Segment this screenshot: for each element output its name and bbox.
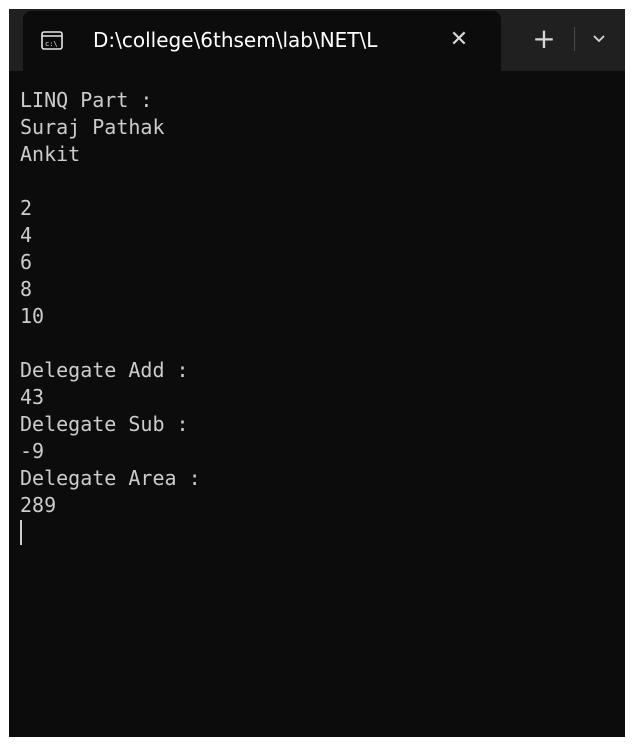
- chevron-down-icon[interactable]: [585, 28, 613, 50]
- titlebar-divider: [574, 27, 575, 51]
- output-line: 289: [20, 493, 57, 517]
- output-line: 4: [20, 223, 33, 247]
- text-cursor: [20, 520, 22, 545]
- new-tab-button[interactable]: +: [525, 24, 563, 54]
- title-bar: c:\ D:\college\6thsem\lab\NET\L ✕ +: [9, 9, 625, 71]
- output-line: Suraj Pathak: [20, 115, 165, 139]
- output-line: 10: [20, 304, 45, 328]
- output-line: LINQ Part :: [20, 88, 153, 112]
- output-line: 2: [20, 196, 33, 220]
- output-line: 6: [20, 250, 33, 274]
- terminal-window: c:\ D:\college\6thsem\lab\NET\L ✕ + LINQ…: [9, 9, 625, 737]
- output-line: Delegate Add :: [20, 358, 189, 382]
- terminal-output[interactable]: LINQ Part : Suraj Pathak Ankit 2 4 6 8 1…: [20, 87, 620, 727]
- output-line: Delegate Area :: [20, 466, 201, 490]
- output-line: 8: [20, 277, 33, 301]
- close-tab-button[interactable]: ✕: [447, 28, 471, 52]
- output-line: Ankit: [20, 142, 81, 166]
- output-line: 43: [20, 385, 45, 409]
- tab-command-prompt[interactable]: c:\ D:\college\6thsem\lab\NET\L ✕: [23, 11, 501, 71]
- output-line: -9: [20, 439, 45, 463]
- svg-text:c:\: c:\: [45, 40, 58, 48]
- tab-title: D:\college\6thsem\lab\NET\L: [93, 28, 378, 52]
- cmd-icon: c:\: [41, 31, 63, 50]
- output-line: Delegate Sub :: [20, 412, 189, 436]
